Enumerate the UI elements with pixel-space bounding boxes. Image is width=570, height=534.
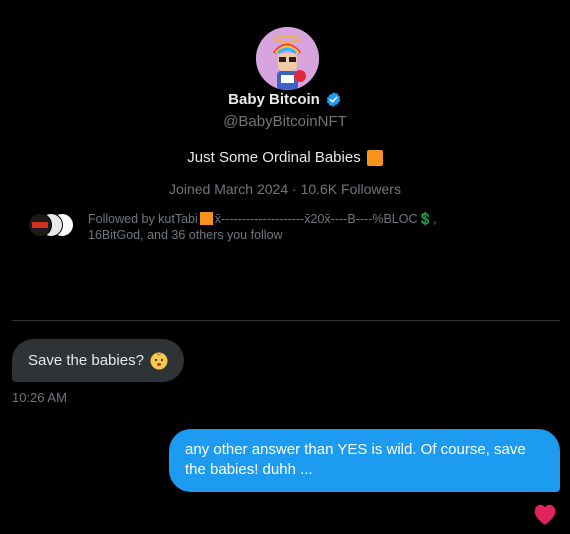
verified-badge-icon <box>326 92 341 107</box>
profile-meta: Joined March 2024 · 10.6K Followers <box>169 181 401 197</box>
avatar-image <box>256 27 319 90</box>
profile-name[interactable]: Baby Bitcoin <box>228 91 320 108</box>
name-row: Baby Bitcoin <box>0 91 570 108</box>
follower-avatar <box>28 213 52 237</box>
incoming-message-bubble[interactable]: Save the babies? <box>12 339 184 382</box>
orange-square-emoji-icon <box>366 149 383 166</box>
followed-by-rest: x̄--------------------x̄20x̄----B----%BL… <box>214 212 437 226</box>
kut-logo-icon <box>32 222 48 228</box>
baby-emoji-icon <box>150 352 168 369</box>
followed-by-prefix: Followed by kutTabi <box>88 212 198 226</box>
outgoing-message-text: any other answer than YES is wild. Of co… <box>185 441 526 478</box>
profile-bio: Just Some Ordinal Babies <box>0 149 570 166</box>
followed-by-line2: 16BitGod, and 36 others you follow <box>88 228 283 242</box>
avatar[interactable] <box>256 27 319 90</box>
heart-reaction-icon[interactable] <box>532 502 558 526</box>
profile-handle[interactable]: @BabyBitcoinNFT <box>0 113 570 130</box>
divider <box>12 320 560 321</box>
followed-by[interactable]: Followed by kutTabi x̄-------------------… <box>28 211 548 243</box>
orange-square-emoji-icon <box>199 212 213 225</box>
outgoing-message-bubble[interactable]: any other answer than YES is wild. Of co… <box>169 429 560 492</box>
bio-text: Just Some Ordinal Babies <box>187 149 361 166</box>
followed-by-text: Followed by kutTabi x̄-------------------… <box>88 211 508 243</box>
incoming-message-text: Save the babies? <box>28 352 144 369</box>
message-timestamp: 10:26 AM <box>12 390 67 405</box>
